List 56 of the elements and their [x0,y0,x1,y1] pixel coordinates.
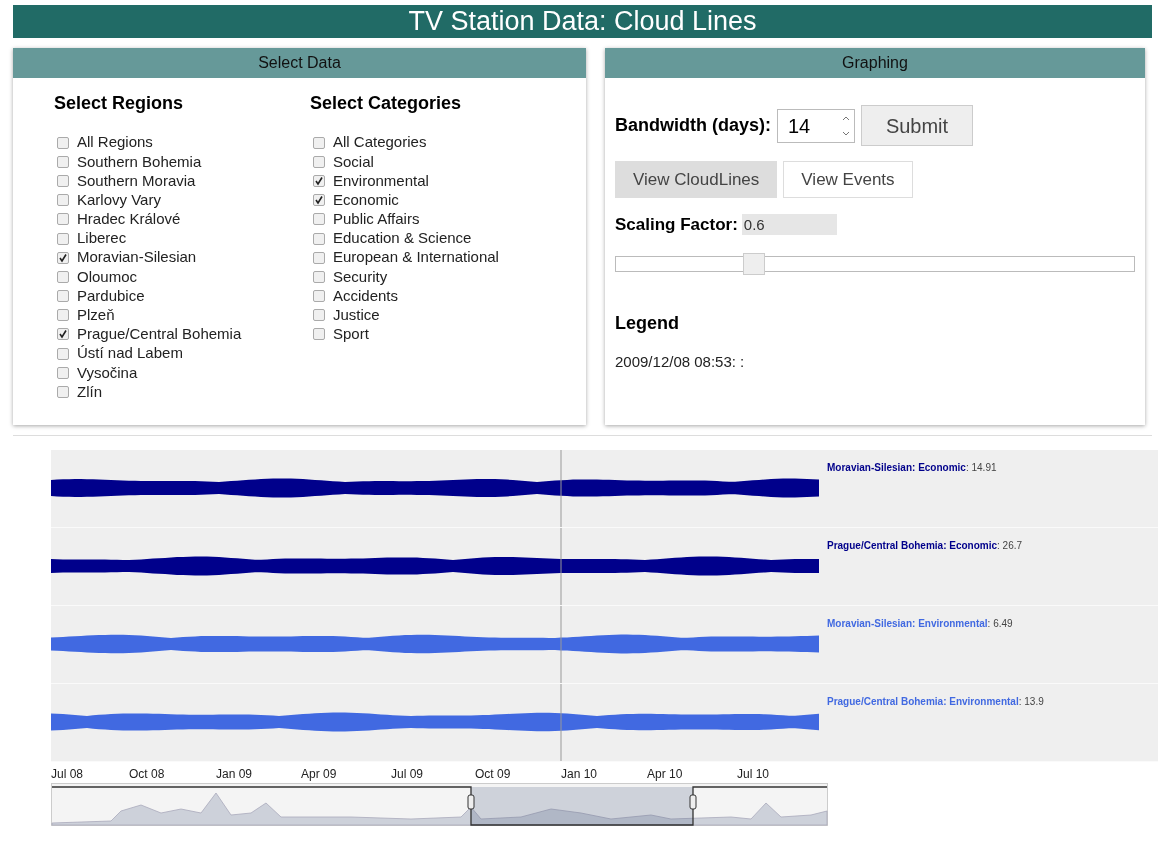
view-tab[interactable]: View CloudLines [615,161,778,198]
axis-label: Jan 10 [561,766,598,783]
submit-button[interactable]: Submit [861,105,973,146]
checkbox[interactable] [313,213,325,226]
checkbox[interactable] [57,347,69,360]
checkbox[interactable] [57,309,69,322]
checkbox[interactable] [313,232,325,245]
checkbox[interactable] [313,174,325,187]
checkbox[interactable] [57,136,69,149]
panel-header: Select Data [13,48,586,78]
checkbox[interactable] [313,194,325,207]
time-brush[interactable] [51,783,829,827]
bandwidth-label: Bandwidth (days): [615,114,771,137]
scaling-value: 0.6 [741,214,837,236]
checkbox[interactable] [313,309,325,322]
checkbox[interactable] [313,328,325,341]
checkbox[interactable] [57,232,69,245]
checkbox[interactable] [57,213,69,226]
checkbox[interactable] [313,251,325,264]
checkbox[interactable] [57,366,69,379]
checkbox[interactable] [313,155,325,168]
page-title: TV Station Data: Cloud Lines [13,5,1152,38]
axis-label: Oct 08 [129,766,165,783]
axis-label: Jul 08 [51,766,84,783]
bandwidth-spinner[interactable]: 14 [777,108,855,143]
section-heading: Select Regions [54,92,185,115]
scaling-label: Scaling Factor: [615,214,738,236]
checkbox[interactable] [57,270,69,283]
slider-track[interactable] [615,255,1135,272]
axis-label: Jul 10 [737,766,770,783]
axis-label: Jul 09 [391,766,424,783]
checkbox[interactable] [57,290,69,303]
legend-heading: Legend [615,311,680,335]
view-tab[interactable]: View Events [783,161,913,198]
slider-thumb[interactable] [742,252,765,275]
checkbox[interactable] [313,290,325,303]
bandwidth-value: 14 [787,113,812,139]
legend-text: 2009/12/08 08:53: : [615,351,746,372]
series-label: Moravian-Silesian: Economic: 14.91 [827,462,997,473]
checkbox[interactable] [313,270,325,283]
checkbox[interactable] [57,174,69,187]
checkbox[interactable] [57,328,69,341]
checkbox[interactable] [57,251,69,264]
series-label: Prague/Central Bohemia: Economic: 26.7 [827,540,1023,551]
series-label: Prague/Central Bohemia: Environmental: 13.9 [827,696,1044,707]
series-label: Moravian-Silesian: Environmental: 6.49 [827,618,1013,629]
axis-label: Oct 09 [475,766,511,783]
axis-label: Jan 09 [216,766,253,783]
panel-header: Graphing [605,48,1145,78]
checkbox[interactable] [57,386,69,399]
axis-label: Apr 10 [647,766,683,783]
axis-label: Apr 09 [301,766,337,783]
checkbox[interactable] [57,155,69,168]
section-heading: Select Categories [310,92,463,115]
checkbox[interactable] [57,194,69,207]
checkbox[interactable] [313,136,325,149]
